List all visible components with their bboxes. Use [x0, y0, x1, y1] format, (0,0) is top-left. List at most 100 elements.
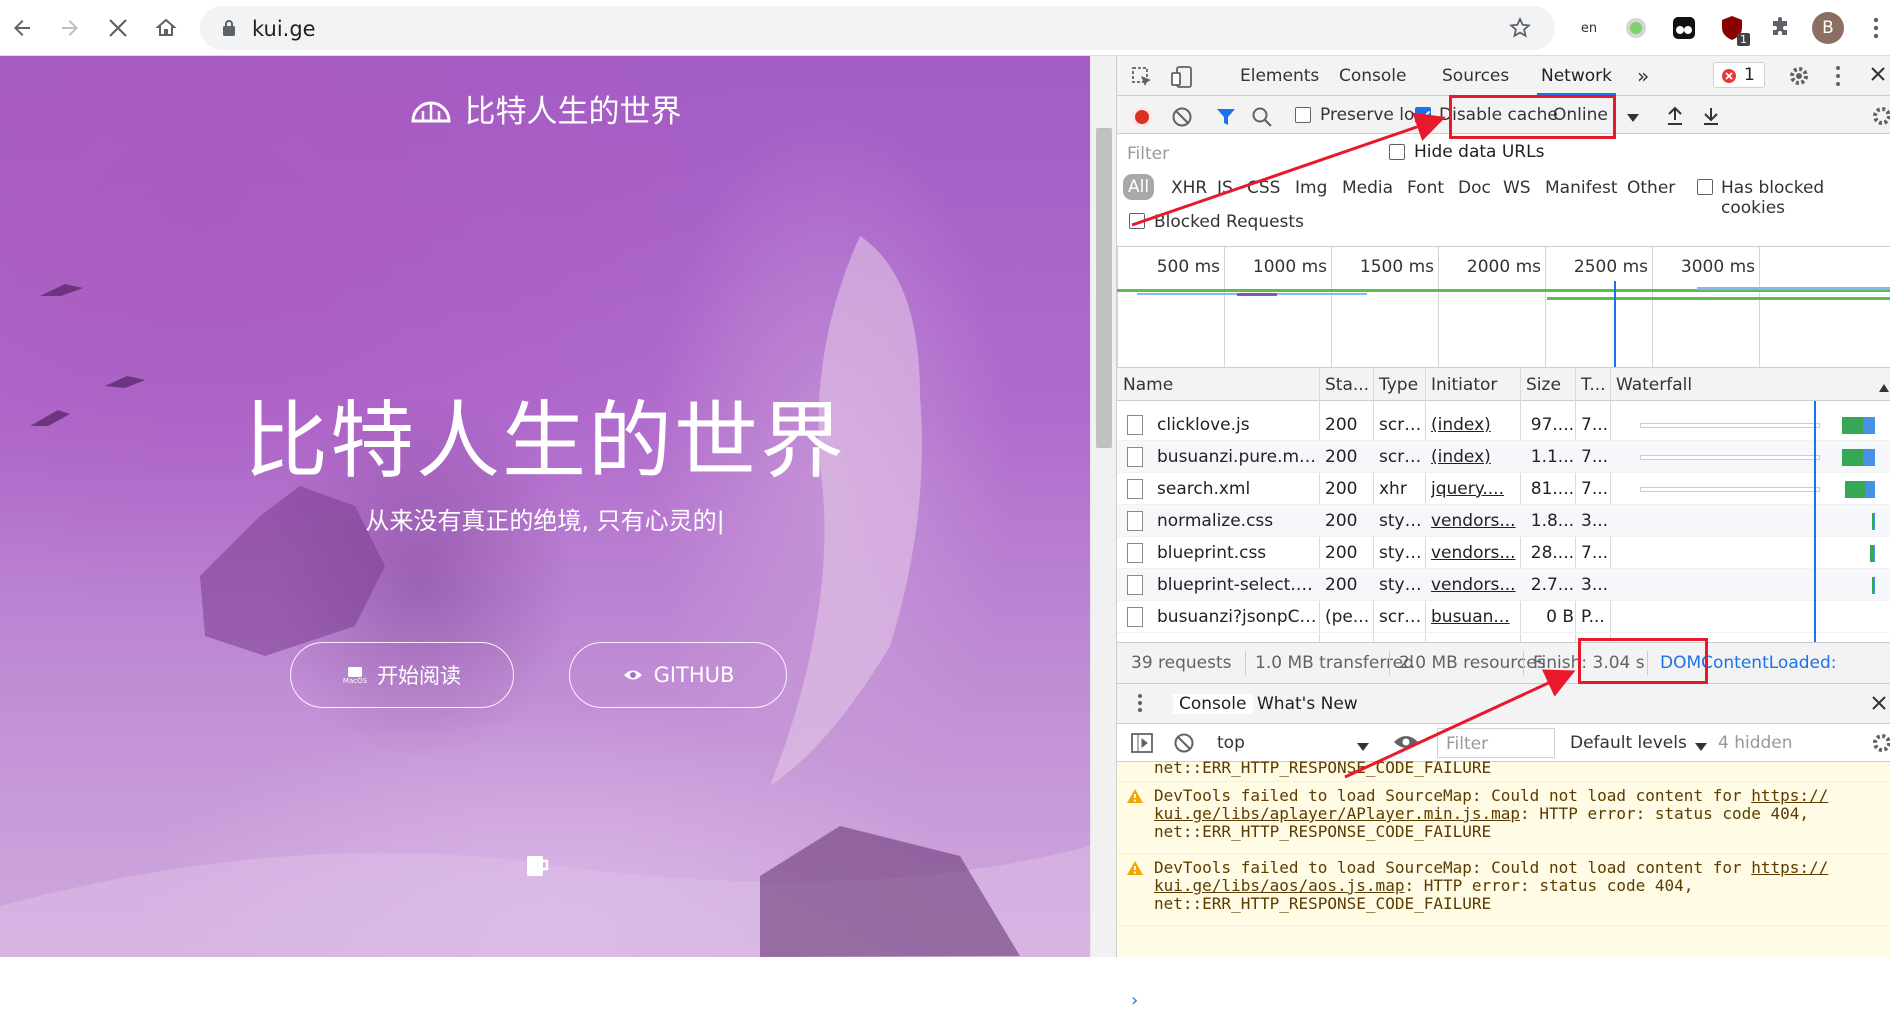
devtools-panel: Elements Console Sources Network » 1 Pre… [1116, 56, 1890, 1018]
cell-initiator[interactable]: vendors... [1431, 575, 1517, 595]
message-link[interactable]: https:// [1751, 858, 1828, 877]
message-link[interactable]: kui.ge/libs/aplayer/APlayer.min.js.map [1154, 804, 1520, 823]
type-manifest[interactable]: Manifest [1545, 178, 1618, 198]
has-blocked-cookies-checkbox[interactable] [1697, 179, 1713, 195]
type-doc[interactable]: Doc [1458, 178, 1491, 198]
network-timeline-overview[interactable]: 500 ms 1000 ms 1500 ms 2000 ms 2500 ms 3… [1117, 246, 1890, 368]
log-levels-select[interactable]: Default levels [1570, 733, 1687, 753]
cell-initiator[interactable]: (index) [1431, 447, 1517, 467]
chevron-down-icon[interactable] [1695, 738, 1707, 758]
inspect-element-icon[interactable] [1131, 66, 1153, 93]
console-sidebar-icon[interactable] [1131, 733, 1153, 758]
export-har-icon[interactable] [1701, 105, 1721, 132]
col-initiator[interactable]: Initiator [1431, 375, 1497, 395]
type-font[interactable]: Font [1407, 178, 1444, 198]
network-settings-gear-icon[interactable] [1871, 105, 1890, 132]
context-selector[interactable]: top [1217, 733, 1245, 753]
console-prompt[interactable]: › [1117, 988, 1890, 1018]
table-row[interactable]: clicklove.js 200 scri... (index) 97.... 7... [1117, 409, 1890, 441]
table-row[interactable]: blueprint.css 200 styl... vendors... 28.... 7… [1117, 537, 1890, 569]
tab-console[interactable]: Console [1339, 66, 1407, 86]
clear-icon[interactable] [1171, 106, 1193, 133]
console-filter-input[interactable]: Filter [1437, 728, 1555, 758]
stop-loading-icon[interactable] [100, 10, 136, 46]
table-row[interactable]: search.xml 200 xhr jquery.... 81.... 7... [1117, 473, 1890, 505]
search-icon[interactable] [1251, 106, 1273, 133]
sort-up-icon[interactable] [1879, 378, 1889, 398]
site-header-title[interactable]: 比特人生的世界 [0, 86, 1090, 133]
hide-data-urls-checkbox[interactable] [1389, 144, 1405, 160]
type-xhr[interactable]: XHR [1171, 178, 1207, 198]
record-icon[interactable] [1131, 106, 1153, 133]
drawer-menu-icon[interactable] [1137, 693, 1143, 718]
cell-initiator[interactable]: busuan... [1431, 607, 1517, 627]
bookmark-star-icon[interactable] [1508, 16, 1532, 45]
type-img[interactable]: Img [1295, 178, 1327, 198]
col-status[interactable]: Sta... [1325, 375, 1369, 395]
scroll-down-cup-icon[interactable] [524, 852, 552, 885]
ublock-extension-icon[interactable]: 1 [1716, 12, 1750, 46]
live-expression-eye-icon[interactable] [1393, 732, 1419, 757]
cell-name: busuanzi.pure.min... [1157, 447, 1317, 467]
address-bar[interactable]: kui.ge [200, 6, 1555, 50]
tampermonkey-extension-icon[interactable] [1668, 12, 1700, 44]
type-media[interactable]: Media [1342, 178, 1393, 198]
translate-extension-icon[interactable]: en [1573, 12, 1605, 44]
device-toolbar-icon[interactable] [1171, 65, 1193, 94]
message-link[interactable]: https:// [1751, 786, 1828, 805]
type-other[interactable]: Other [1627, 178, 1675, 198]
devtools-settings-gear-icon[interactable] [1788, 65, 1810, 92]
type-css[interactable]: CSS [1247, 178, 1280, 198]
browser-menu-icon[interactable] [1860, 12, 1890, 44]
cell-initiator[interactable]: jquery.... [1431, 479, 1517, 499]
preserve-log-checkbox[interactable] [1295, 107, 1311, 123]
drawer-close-icon[interactable] [1871, 695, 1887, 716]
table-row[interactable]: busuanzi?jsonpCa... (pe... scri... busuan..… [1117, 601, 1890, 633]
devtools-close-icon[interactable] [1869, 65, 1887, 88]
disable-cache-checkbox[interactable] [1415, 107, 1431, 123]
import-har-icon[interactable] [1665, 105, 1685, 132]
tab-sources[interactable]: Sources [1442, 66, 1509, 86]
cell-type: scri... [1379, 415, 1423, 435]
chevron-down-icon[interactable] [1357, 738, 1369, 758]
tab-network[interactable]: Network [1537, 66, 1616, 95]
cell-initiator[interactable]: vendors... [1431, 543, 1517, 563]
console-clear-icon[interactable] [1173, 732, 1195, 759]
github-button[interactable]: GITHUB [569, 642, 787, 708]
drawer-tab-console[interactable]: Console [1173, 694, 1253, 714]
tab-elements[interactable]: Elements [1240, 66, 1319, 86]
table-row[interactable]: busuanzi.pure.min... 200 scri... (index) 1.1… [1117, 441, 1890, 473]
page-scrollbar-thumb[interactable] [1096, 128, 1112, 448]
page-scrollbar[interactable] [1090, 56, 1116, 957]
devtools-menu-icon[interactable] [1835, 65, 1841, 92]
console-settings-gear-icon[interactable] [1871, 732, 1890, 759]
type-js[interactable]: JS [1217, 178, 1233, 198]
type-ws[interactable]: WS [1503, 178, 1531, 198]
cell-time: 7... [1581, 479, 1609, 499]
col-type[interactable]: Type [1379, 375, 1418, 395]
col-waterfall[interactable]: Waterfall [1616, 375, 1692, 395]
filter-funnel-icon[interactable] [1215, 106, 1237, 133]
type-all[interactable]: All [1123, 174, 1155, 200]
cell-initiator[interactable]: vendors... [1431, 511, 1517, 531]
col-time[interactable]: T... [1581, 375, 1606, 395]
table-row[interactable]: normalize.css 200 styl... vendors... 1.8... 3… [1117, 505, 1890, 537]
start-reading-button[interactable]: MacOS 开始阅读 [290, 642, 514, 708]
blocked-requests-checkbox[interactable] [1129, 213, 1145, 229]
green-dot-extension-icon[interactable] [1620, 12, 1652, 44]
more-tabs-icon[interactable]: » [1637, 64, 1649, 88]
error-counter-badge[interactable]: 1 [1713, 62, 1765, 88]
profile-avatar[interactable]: B [1812, 12, 1844, 44]
col-name[interactable]: Name [1123, 375, 1173, 395]
cell-initiator[interactable]: (index) [1431, 415, 1517, 435]
forward-icon[interactable] [52, 10, 88, 46]
message-link[interactable]: kui.ge/libs/aos/aos.js.map [1154, 876, 1404, 895]
back-icon[interactable] [4, 10, 40, 46]
extensions-puzzle-icon[interactable] [1764, 12, 1796, 44]
chevron-down-icon[interactable] [1627, 109, 1639, 129]
col-size[interactable]: Size [1526, 375, 1561, 395]
table-row[interactable]: blueprint-select.css 200 styl... vendors...… [1117, 569, 1890, 601]
drawer-tab-whats-new[interactable]: What's New [1257, 694, 1358, 714]
network-filter-input[interactable]: Filter [1127, 144, 1169, 164]
home-icon[interactable] [148, 10, 184, 46]
